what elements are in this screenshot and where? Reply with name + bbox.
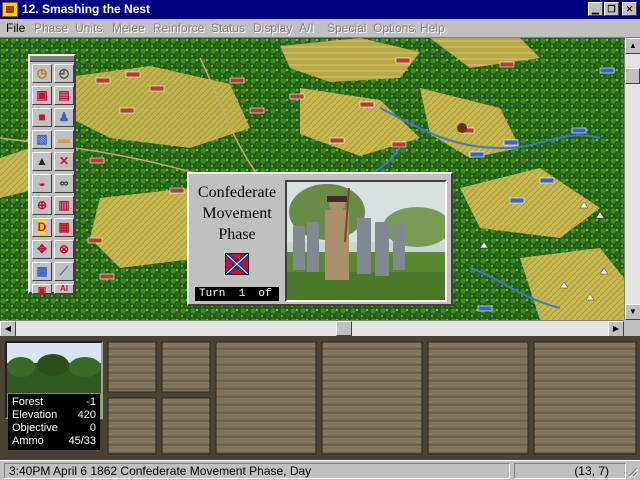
copy-icon[interactable]: ▣ bbox=[32, 284, 52, 295]
menu-units[interactable]: Units bbox=[75, 21, 102, 35]
hex-coordinates: (13, 7) bbox=[514, 463, 626, 479]
terrain-value: 0 bbox=[89, 422, 96, 434]
menu-phase[interactable]: Phase bbox=[34, 21, 68, 35]
status-bar: 3:40PM April 6 1862 Confederate Movement… bbox=[0, 460, 640, 480]
terrain-value: 45/33 bbox=[68, 435, 96, 447]
terrain-row-objective: Objective 0 bbox=[12, 422, 96, 435]
menu-ai[interactable]: A/I bbox=[299, 21, 314, 35]
turn-counter: Turn 1 of 7 bbox=[195, 287, 291, 301]
swords-icon[interactable]: ✕ bbox=[54, 152, 74, 171]
maximize-button[interactable]: ❐ bbox=[604, 2, 619, 16]
menu-reinforce[interactable]: Reinforce bbox=[153, 21, 204, 35]
resize-grip-icon[interactable] bbox=[626, 465, 638, 479]
menu-melee[interactable]: Melee bbox=[112, 21, 145, 35]
status-message: 3:40PM April 6 1862 Confederate Movement… bbox=[4, 463, 510, 479]
map-horizontal-scrollbar[interactable]: ◀ ▶ bbox=[0, 320, 624, 337]
scroll-down-button[interactable]: ▼ bbox=[625, 304, 640, 320]
soldiers-photo bbox=[285, 180, 447, 302]
tool-palette: ◷ ◴ ▣ ▤ ■ ♟ ▧ ▬ ▲ ✕ ◒ ∞ ⊕ ▥ D ▦ ✥ ⊗ ▩ ⟋ … bbox=[28, 54, 76, 295]
soldier-icon[interactable]: ♟ bbox=[54, 108, 74, 127]
map-vertical-scrollbar[interactable]: ▲ ▼ bbox=[624, 38, 640, 320]
watch-icon[interactable]: ◴ bbox=[54, 64, 74, 83]
vertical-scroll-thumb[interactable] bbox=[625, 68, 640, 84]
terrain-label: Forest bbox=[12, 396, 44, 408]
unit-red-icon[interactable]: ■ bbox=[32, 108, 52, 127]
tombstone-icon[interactable]: ▥ bbox=[54, 196, 74, 215]
terrain-row-elevation: Elevation 420 bbox=[12, 409, 96, 422]
map-icon[interactable]: ▧ bbox=[32, 130, 52, 149]
confederate-flag-icon bbox=[224, 252, 250, 276]
app-icon[interactable] bbox=[2, 2, 18, 17]
cannon-icon[interactable]: ▬ bbox=[54, 130, 74, 149]
palette-grip[interactable] bbox=[30, 56, 74, 62]
wand-icon[interactable]: ⟋ bbox=[54, 262, 74, 281]
layers-icon[interactable]: ▦ bbox=[54, 218, 74, 237]
pyramid-icon[interactable]: ▲ bbox=[32, 152, 52, 171]
terrain-row-ammo: Ammo 45/33 bbox=[12, 435, 96, 448]
move-arrows-icon[interactable]: ✥ bbox=[32, 240, 52, 259]
menu-file[interactable]: File bbox=[6, 21, 25, 35]
menu-bar: File Phase Units Melee Reinforce Status … bbox=[0, 19, 640, 38]
phase-dialog: Confederate Movement Phase Turn 1 of 7 bbox=[187, 172, 453, 306]
phase-line-1: Confederate bbox=[197, 184, 277, 201]
scroll-up-button[interactable]: ▲ bbox=[625, 38, 640, 54]
menu-special[interactable]: Special bbox=[327, 21, 366, 35]
minimize-button[interactable]: ▁ bbox=[588, 2, 603, 16]
phase-line-2: Movement bbox=[202, 205, 272, 222]
terrain-label: Objective bbox=[12, 422, 58, 434]
terrain-value: 420 bbox=[77, 409, 96, 421]
window-title: 12. Smashing the Nest bbox=[22, 2, 151, 16]
title-bar: 12. Smashing the Nest ▁ ❐ ✕ bbox=[0, 0, 640, 19]
flag-red-icon[interactable]: ▣ bbox=[32, 86, 52, 105]
scroll-left-button[interactable]: ◀ bbox=[0, 321, 16, 337]
clock-icon[interactable]: ◷ bbox=[32, 64, 52, 83]
phase-line-3: Phase bbox=[218, 226, 256, 243]
terrain-label: Ammo bbox=[12, 435, 44, 447]
binoculars-icon[interactable]: ∞ bbox=[54, 174, 74, 193]
terrain-info: Forest -1 Elevation 420 Objective 0 Ammo… bbox=[8, 394, 100, 450]
close-button[interactable]: ✕ bbox=[622, 2, 637, 16]
terrain-label: Elevation bbox=[12, 409, 58, 421]
target-icon[interactable]: ⊕ bbox=[32, 196, 52, 215]
ai-button[interactable]: AI bbox=[54, 284, 74, 294]
menu-help[interactable]: Help bbox=[420, 21, 445, 35]
us-flag-icon[interactable]: ▩ bbox=[32, 262, 52, 281]
helmet-icon[interactable]: ◒ bbox=[32, 174, 52, 193]
scroll-corner bbox=[624, 320, 640, 336]
terrain-row-forest: Forest -1 bbox=[12, 396, 96, 409]
scroll-right-button[interactable]: ▶ bbox=[608, 321, 624, 337]
horizontal-scroll-thumb[interactable] bbox=[336, 321, 352, 336]
phase-title: Confederate Movement Phase bbox=[191, 182, 283, 245]
menu-status[interactable]: Status bbox=[211, 21, 245, 35]
menu-options[interactable]: Options bbox=[373, 21, 414, 35]
stack-red-icon[interactable]: ▤ bbox=[54, 86, 74, 105]
crosshair-icon[interactable]: ⊗ bbox=[54, 240, 74, 259]
menu-display[interactable]: Display bbox=[253, 21, 292, 35]
d-letter-icon[interactable]: D bbox=[32, 218, 52, 237]
terrain-value: -1 bbox=[86, 396, 96, 408]
